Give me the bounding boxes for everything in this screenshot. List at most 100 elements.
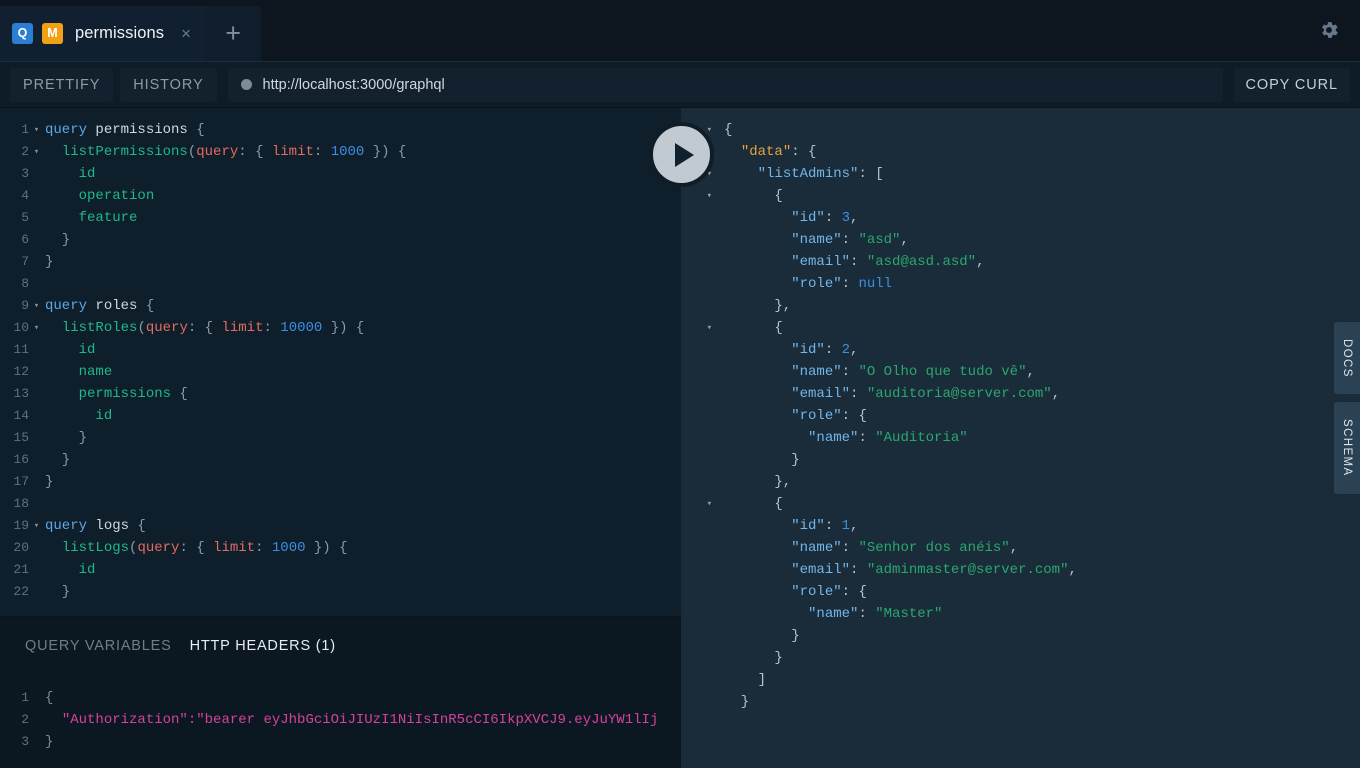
code-token: , [850, 518, 859, 534]
code-token: { [724, 122, 733, 138]
line-content: query logs { [43, 515, 681, 537]
response-line: ▾{ [681, 119, 1360, 141]
response-line: "id": 2, [681, 339, 1360, 361]
editor-line: 1 ▾ query permissions { [0, 119, 681, 141]
line-content: { [721, 119, 1360, 141]
line-content: "id": 2, [721, 339, 1360, 361]
tab-http-headers[interactable]: HTTP HEADERS (1) [190, 638, 336, 654]
gear-icon[interactable] [1312, 13, 1346, 47]
code-token: : [ [858, 166, 884, 182]
tab-query-variables[interactable]: QUERY VARIABLES [25, 638, 172, 654]
code-token: } [724, 694, 750, 710]
editor-line: 3 id [0, 163, 681, 185]
line-content: "id": 1, [721, 515, 1360, 537]
response-line: ▾ { [681, 185, 1360, 207]
fold-arrow-icon[interactable]: ▾ [681, 493, 721, 515]
editor-line: 20 listLogs(query: { limit: 1000 }) { [0, 537, 681, 559]
editor-line: 19 ▾ query logs { [0, 515, 681, 537]
query-editor[interactable]: 1 ▾ query permissions {2 ▾ listPermissions(… [0, 108, 681, 616]
code-token: 10000 [280, 320, 323, 336]
endpoint-status-icon [240, 79, 252, 90]
code-token: listPermissions [61, 144, 188, 160]
code-token: 1000 [330, 144, 365, 160]
code-token: }) { [305, 540, 348, 556]
code-token: : [263, 320, 281, 336]
line-content: } [43, 471, 681, 493]
code-token: ] [724, 672, 767, 688]
fold-arrow-icon[interactable]: ▾ [681, 317, 721, 339]
line-content: "email": "adminmaster@server.com", [721, 559, 1360, 581]
side-tab-bar: DOCS SCHEMA [1334, 216, 1360, 768]
editor-line: 14 id [0, 405, 681, 427]
line-content: "role": { [721, 405, 1360, 427]
docs-tab[interactable]: DOCS [1334, 322, 1360, 394]
endpoint-url-input[interactable]: http://localhost:3000/graphql [227, 67, 1223, 102]
fold-arrow-icon[interactable]: ▾ [30, 119, 43, 141]
line-content: name [43, 361, 681, 383]
line-content: "name": "Senhor dos anéis", [721, 537, 1360, 559]
code-token: : [824, 210, 842, 226]
line-content: listLogs(query: { limit: 1000 }) { [43, 537, 681, 559]
line-content: feature [43, 207, 681, 229]
line-content: id [43, 163, 681, 185]
line-number: 1 [21, 690, 29, 705]
line-content: } [721, 691, 1360, 713]
response-line: } [681, 449, 1360, 471]
code-token: , [1068, 562, 1077, 578]
code-token: , [850, 342, 859, 358]
code-token: : { [841, 584, 867, 600]
editor-line: 4 operation [0, 185, 681, 207]
fold-arrow-icon[interactable]: ▾ [681, 185, 721, 207]
copy-curl-button[interactable]: COPY CURL [1233, 67, 1350, 102]
code-token: "id" [791, 518, 825, 534]
close-icon[interactable]: × [181, 25, 191, 42]
fold-arrow-icon[interactable]: ▾ [30, 515, 43, 537]
code-token: "name" [791, 232, 842, 248]
prettify-button[interactable]: PRETTIFY [10, 67, 114, 102]
code-token: limit [271, 144, 314, 160]
line-number: 12 [13, 364, 29, 379]
fold-arrow-icon[interactable]: ▾ [30, 317, 43, 339]
code-token: "email" [791, 562, 851, 578]
code-token: id [78, 166, 96, 182]
code-token: { [724, 320, 783, 336]
code-token: : [841, 232, 859, 248]
execute-query-button[interactable] [649, 122, 714, 187]
code-token: "name" [791, 540, 842, 556]
code-token: }, [724, 298, 792, 314]
editor-line: 6 } [0, 229, 681, 251]
line-content: { [721, 493, 1360, 515]
line-content: "name": "asd", [721, 229, 1360, 251]
response-line: ] [681, 669, 1360, 691]
fold-arrow-icon[interactable]: ▾ [30, 295, 43, 317]
line-content: } [43, 581, 681, 603]
code-token: "Senhor dos anéis" [858, 540, 1010, 556]
code-token: : [313, 144, 331, 160]
code-token: query [45, 122, 88, 138]
code-token: name [78, 364, 113, 380]
code-token: "Auditoria" [875, 430, 968, 446]
mutation-badge-icon: M [42, 23, 63, 44]
fold-arrow-icon[interactable]: ▾ [30, 141, 43, 163]
response-viewer[interactable]: ▾{▾ "data": {▾ "listAdmins": [▾ { "id": … [681, 108, 1360, 768]
response-line: "role": { [681, 581, 1360, 603]
line-number: 22 [13, 584, 29, 599]
code-token: listRoles [61, 320, 138, 336]
new-tab-button[interactable]: + [205, 6, 262, 61]
line-number: 2 [21, 144, 29, 159]
code-token: }) { [364, 144, 407, 160]
code-token: { [187, 122, 205, 138]
http-headers-editor[interactable]: 1{2 "Authorization":"bearer eyJhbGciOiJI… [0, 674, 681, 768]
history-button[interactable]: HISTORY [120, 67, 217, 102]
tab-permissions[interactable]: Q M permissions × [0, 6, 206, 61]
line-content: } [721, 449, 1360, 471]
response-line: "email": "adminmaster@server.com", [681, 559, 1360, 581]
schema-tab[interactable]: SCHEMA [1334, 402, 1360, 494]
editor-line: 12 name [0, 361, 681, 383]
